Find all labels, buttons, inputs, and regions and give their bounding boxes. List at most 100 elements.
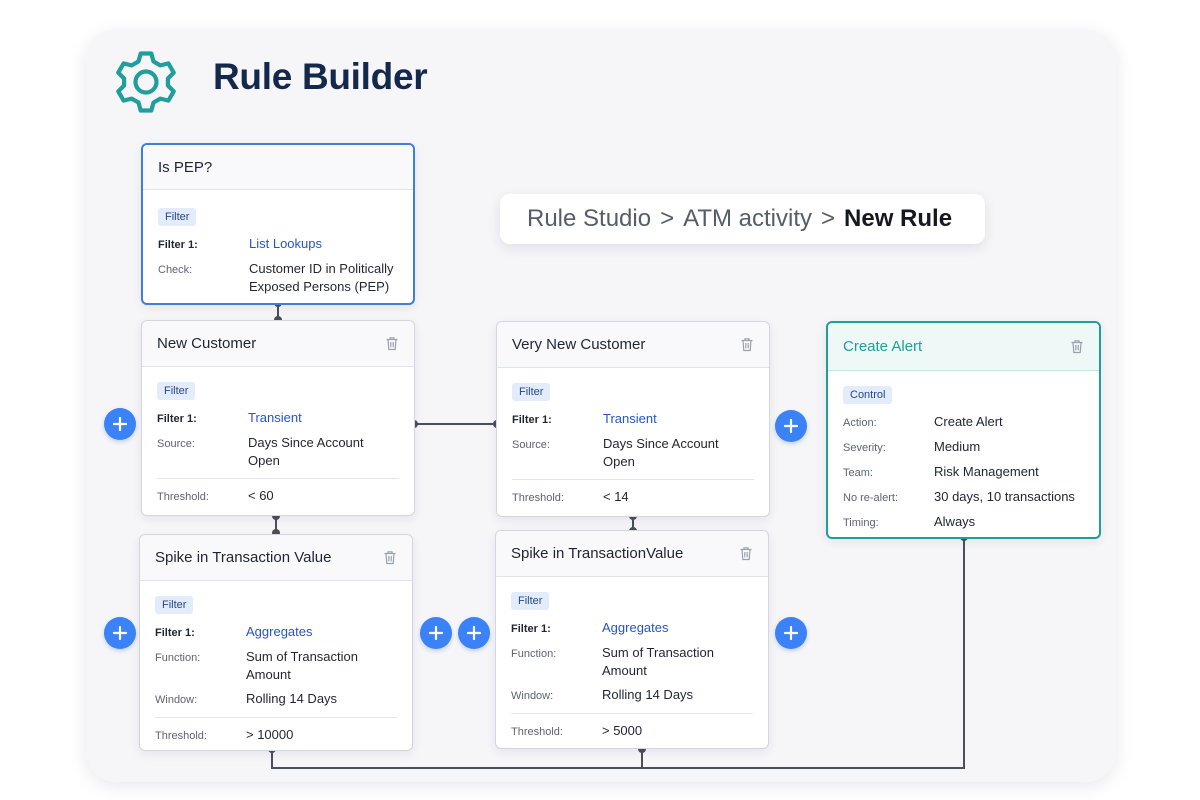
filter-badge: Filter	[511, 592, 550, 610]
breadcrumb: Rule Studio > ATM activity > New Rule	[500, 194, 985, 244]
row-value: Create Alert	[934, 414, 1003, 429]
row-value: > 5000	[602, 723, 643, 738]
row-label: Filter 1:	[158, 239, 198, 251]
card-header: Spike in Transaction Value	[140, 535, 412, 581]
page-title: Rule Builder	[213, 56, 428, 97]
row-value: 30 days, 10 transactions	[934, 489, 1075, 504]
row-value: Sum of Transaction Amount	[246, 649, 358, 682]
card-row-function: Function: Sum of Transaction Amount	[155, 648, 397, 684]
rule-card-spike-transaction-value[interactable]: Spike in Transaction Value Filter Filter…	[139, 534, 413, 751]
breadcrumb-item-rule-studio[interactable]: Rule Studio	[527, 205, 651, 233]
filter-badge: Filter	[158, 208, 197, 226]
card-row-window: Window: Rolling 14 Days	[511, 686, 753, 705]
add-rule-button-left-bottom[interactable]	[104, 617, 136, 649]
row-label: Threshold:	[511, 726, 563, 738]
row-value-link[interactable]: Aggregates	[602, 619, 669, 638]
row-label: Filter 1:	[511, 623, 551, 635]
card-header: Is PEP?	[143, 145, 413, 190]
trash-icon[interactable]	[740, 337, 754, 352]
card-title: Is PEP?	[158, 158, 213, 176]
row-label: Team:	[843, 467, 873, 479]
card-row-threshold: Threshold: < 14	[512, 488, 754, 507]
card-row-filter: Filter 1: Aggregates	[511, 619, 753, 638]
card-row-filter: Filter 1: Transient	[157, 409, 399, 428]
plus-icon	[783, 418, 799, 434]
row-value: Rolling 14 Days	[602, 687, 694, 702]
row-label: Threshold:	[512, 492, 564, 504]
card-title: Spike in TransactionValue	[511, 545, 684, 562]
card-title: New Customer	[157, 335, 257, 352]
card-title: Create Alert	[843, 338, 923, 355]
row-label: Source:	[512, 439, 550, 451]
card-row-source: Source: Days Since Account Open	[157, 434, 399, 470]
row-label: Function:	[155, 652, 201, 664]
plus-icon	[112, 416, 128, 432]
card-title: Spike in Transaction Value	[155, 549, 332, 566]
card-header: Spike in TransactionValue	[496, 531, 768, 577]
add-rule-button-middle-right[interactable]	[458, 617, 490, 649]
rule-card-new-customer[interactable]: New Customer Filter Filter 1: Transient …	[141, 320, 415, 516]
row-value: Sum of Transaction Amount	[602, 645, 714, 678]
divider	[512, 479, 754, 480]
row-value-link[interactable]: Transient	[603, 410, 657, 429]
row-value: Days Since Account Open	[603, 436, 719, 469]
filter-badge: Filter	[157, 382, 196, 400]
card-title: Very New Customer	[512, 336, 646, 353]
row-label: Action:	[843, 417, 877, 429]
card-row-team: Team: Risk Management	[843, 463, 1084, 482]
add-rule-button-right-top[interactable]	[775, 410, 807, 442]
divider	[157, 478, 399, 479]
row-value-link[interactable]: List Lookups	[249, 235, 322, 254]
breadcrumb-separator: >	[821, 205, 836, 232]
row-value-link[interactable]: Transient	[248, 409, 302, 428]
row-label: Filter 1:	[512, 414, 552, 426]
row-label: Source:	[157, 438, 195, 450]
breadcrumb-current: New Rule	[844, 205, 953, 232]
row-value: Always	[934, 514, 976, 529]
plus-icon	[112, 625, 128, 641]
breadcrumb-item-atm-activity[interactable]: ATM activity	[683, 205, 812, 233]
plus-icon	[783, 625, 799, 641]
row-value: < 60	[248, 488, 274, 503]
row-value: Medium	[934, 439, 981, 454]
plus-icon	[428, 625, 444, 641]
row-value: Customer ID in Politically Exposed Perso…	[249, 261, 394, 294]
trash-icon[interactable]	[739, 546, 753, 561]
rule-card-is-pep[interactable]: Is PEP? Filter Filter 1: List Lookups Ch…	[141, 143, 415, 305]
card-row-timing: Timing: Always	[843, 513, 1084, 532]
rule-card-very-new-customer[interactable]: Very New Customer Filter Filter 1: Trans…	[496, 321, 770, 517]
row-label: Severity:	[843, 442, 886, 454]
row-label: Threshold:	[155, 730, 207, 742]
row-value: > 10000	[246, 727, 294, 742]
card-row-filter: Filter 1: Aggregates	[155, 623, 397, 642]
card-header: Very New Customer	[497, 322, 769, 368]
card-header: New Customer	[142, 321, 414, 367]
trash-icon[interactable]	[383, 550, 397, 565]
card-row-threshold: Threshold: > 5000	[511, 722, 753, 741]
row-label: Filter 1:	[155, 627, 195, 639]
card-row-check: Check: Customer ID in Politically Expose…	[158, 260, 398, 296]
card-row-filter: Filter 1: List Lookups	[158, 235, 398, 254]
card-row-threshold: Threshold: < 60	[157, 487, 399, 506]
card-row-severity: Severity: Medium	[843, 438, 1084, 457]
card-header: Create Alert	[828, 323, 1099, 371]
card-row-source: Source: Days Since Account Open	[512, 435, 754, 471]
rule-card-create-alert[interactable]: Create Alert Control Action: Create Aler…	[826, 321, 1101, 539]
plus-icon	[466, 625, 482, 641]
add-rule-button-middle-left[interactable]	[420, 617, 452, 649]
add-rule-button-right-bottom[interactable]	[775, 617, 807, 649]
add-rule-button-left-top[interactable]	[104, 408, 136, 440]
trash-icon[interactable]	[1070, 339, 1084, 354]
gear-icon	[116, 51, 176, 113]
filter-badge: Filter	[155, 596, 194, 614]
divider	[155, 717, 397, 718]
breadcrumb-separator: >	[660, 205, 675, 232]
row-label: No re-alert:	[843, 492, 899, 504]
control-badge: Control	[843, 386, 893, 404]
row-value: Days Since Account Open	[248, 435, 364, 468]
rule-card-spike-transactionvalue[interactable]: Spike in TransactionValue Filter Filter …	[495, 530, 769, 749]
row-label: Window:	[511, 690, 554, 702]
divider	[511, 713, 753, 714]
row-value-link[interactable]: Aggregates	[246, 623, 313, 642]
trash-icon[interactable]	[385, 336, 399, 351]
